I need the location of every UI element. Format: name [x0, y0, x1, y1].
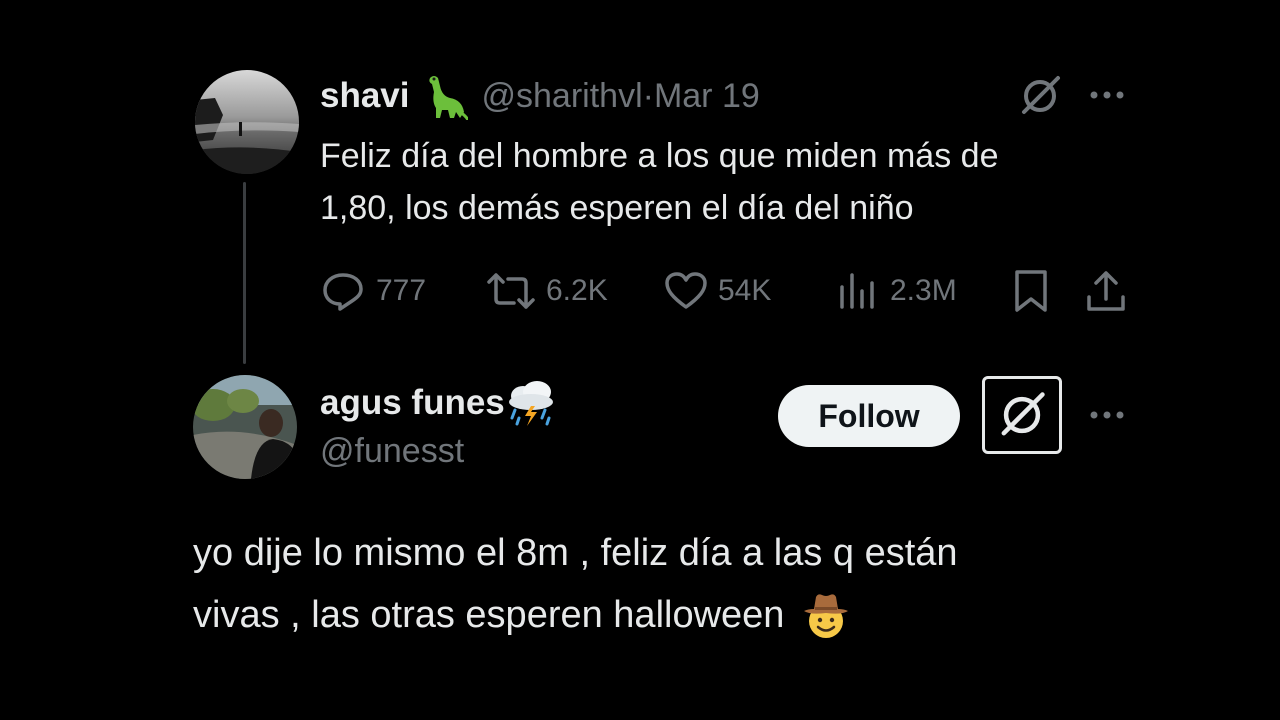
views-count: 2.3M [890, 274, 957, 307]
tweet-text: Feliz día del hombre a los que miden más… [320, 130, 1140, 234]
grok-icon [1001, 392, 1045, 436]
grok-icon[interactable] [1018, 74, 1062, 123]
repost-button[interactable]: 6.2K [486, 268, 608, 314]
author-name[interactable]: agus funes [320, 383, 505, 423]
views-icon [840, 273, 874, 309]
tweet-text-line: Feliz día del hombre a los que miden más… [320, 137, 999, 175]
reply-button[interactable]: 777 [320, 268, 426, 314]
grok-button[interactable] [982, 376, 1062, 454]
tweet-header: shavi @sharithvl · Mar 19 [320, 73, 760, 120]
tweet-actions: 777 6.2K 54K 2.3M [320, 268, 1140, 314]
bookmark-button[interactable] [1012, 268, 1060, 314]
tweet-text-line-with-emoji: vivas , las otras esperen halloween [193, 584, 1193, 646]
repost-count: 6.2K [546, 274, 608, 307]
reply-count: 777 [376, 274, 427, 307]
thread-connector-line [243, 182, 246, 364]
avatar[interactable] [193, 375, 297, 479]
follow-button[interactable]: Follow [778, 385, 960, 447]
tweet-header: agus funes [320, 380, 557, 426]
separator-dot: · [642, 76, 654, 115]
author-handle[interactable]: @funesst [320, 432, 464, 471]
tweet-text-line: 1,80, los demás esperen el día del niño [320, 189, 914, 227]
more-icon[interactable] [1088, 400, 1128, 438]
tweet-text-line: vivas , las otras esperen halloween [193, 594, 785, 636]
like-button[interactable]: 54K [664, 268, 771, 314]
like-count: 54K [718, 274, 772, 307]
author-name[interactable]: shavi [320, 76, 410, 116]
cowboy-hat-face-emoji [804, 594, 849, 638]
sauropod-emoji [428, 76, 468, 120]
reply-icon [323, 273, 363, 311]
bookmark-icon [1015, 270, 1047, 312]
tweet-text: yo dije lo mismo el 8m , feliz día a las… [193, 522, 1193, 646]
author-handle[interactable]: @sharithvl [482, 77, 643, 116]
share-button[interactable] [1084, 268, 1138, 314]
tweet-text-line: yo dije lo mismo el 8m , feliz día a las… [193, 532, 958, 574]
cloud-with-lightning-and-rain-emoji [508, 381, 553, 426]
views-button[interactable]: 2.3M [836, 268, 957, 314]
heart-icon [665, 272, 707, 309]
share-icon [1087, 271, 1125, 311]
avatar[interactable] [195, 70, 299, 174]
repost-icon [487, 273, 535, 309]
tweet-date[interactable]: Mar 19 [654, 77, 760, 116]
more-icon[interactable] [1088, 80, 1128, 118]
